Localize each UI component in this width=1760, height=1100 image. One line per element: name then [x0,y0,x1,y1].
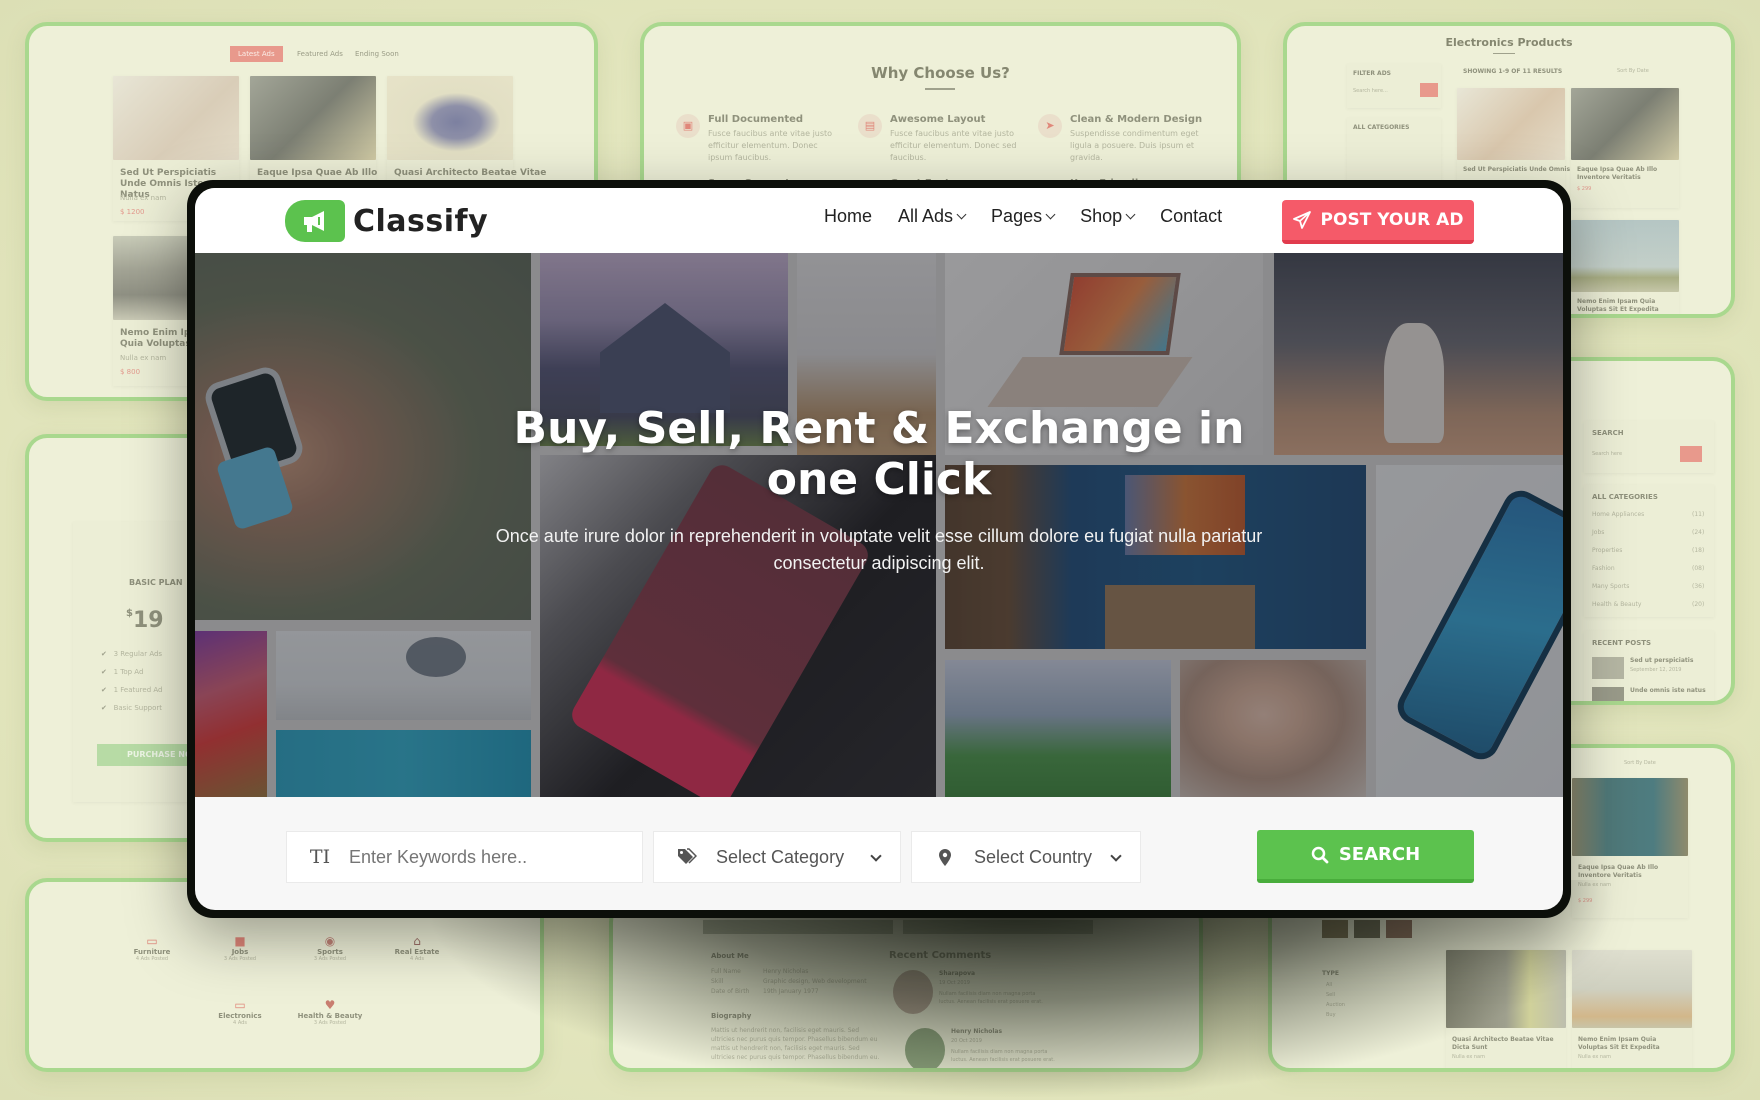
ad-meta: Nulla ex nam [120,354,167,362]
post-your-ad-button[interactable]: POST YOUR AD [1282,200,1474,244]
ad-card: Quasi Architecto Beatae Vitae Dicta Sunt… [1446,950,1566,1068]
main-nav: Home All Ads Pages Shop Contact [824,206,1248,227]
logo-text: Classify [353,203,489,239]
sidebar-search-box: SEARCH Search here [1584,421,1714,473]
biography-label: Biography [711,1012,752,1020]
home-icon: ⌂ [413,934,421,948]
chevron-down-icon [870,850,882,862]
ad-price: $ 800 [120,368,141,376]
furniture-icon: ▭ [146,934,158,948]
document-icon: ▣ [676,114,700,138]
results-count: SHOWING 1-9 OF 11 RESULTS [1463,68,1563,75]
chevron-down-icon [1045,209,1056,219]
post-your-ad-label: POST YOUR AD [1320,210,1464,230]
ad-card: Nemo Enim Ipsam Quia Voluptas Sit Et Exp… [1571,220,1679,314]
layout-icon: ▤ [858,114,882,138]
plan-price: $19 [126,608,164,633]
briefcase-icon: ■ [234,934,246,948]
preview-profile-panel: About Me Full Name Henry Nicholas Skill … [609,900,1203,1072]
logo[interactable]: Classify [285,200,488,242]
search-button[interactable]: SEARCH [1257,830,1474,883]
tags-icon [672,848,702,866]
keyword-field[interactable]: TI [286,831,643,883]
nav-home[interactable]: Home [824,206,872,227]
sidebar-recent-posts: RECENT POSTS Sed ut perspiciatis Septemb… [1584,631,1714,701]
about-label: About Me [711,952,749,960]
hero-section: Buy, Sell, Rent & Exchange in one Click … [195,253,1563,797]
category-select-value: Select Category [716,846,845,867]
ad-title: Eaque Ipsa Quae Ab Illo [257,168,378,178]
category-item: ▭ Furniture 4 Ads Posted [107,934,197,962]
search-button-label: SEARCH [1338,844,1421,865]
website-screen: Classify Home All Ads Pages Shop Contact… [195,188,1563,910]
nav-shop[interactable]: Shop [1080,206,1136,227]
chevron-down-icon [956,209,967,219]
tab-ending-soon: Ending Soon [355,50,399,58]
country-select-value: Select Country [974,846,1093,867]
categories-box: ALL CATEGORIES [1347,118,1441,188]
ad-card: Nemo Enim Ipsam Quia Voluptas Sit Et Exp… [1572,950,1692,1068]
sort-label: Sort By Date [1617,68,1649,74]
map-marker-icon [930,848,960,866]
paper-plane-icon: ➤ [1038,114,1062,138]
ad-card: Eaque Ipsa Quae Ab Illo [250,76,378,196]
section-title: Electronics Products [1445,36,1573,49]
keyword-input[interactable] [349,846,629,868]
megaphone-icon [285,200,345,242]
laptop-icon: ▭ [234,998,246,1012]
hero-title: Buy, Sell, Rent & Exchange in one Click [513,403,1245,505]
ad-card: Sed Ut Perspiciatis Unde Omnis [1457,88,1570,188]
country-select[interactable]: Select Country [911,831,1141,883]
sort-label: Sort By Date [1624,760,1656,766]
ad-card: Eaque Ipsa Quae Ab Illo Inventore Verita… [1571,88,1679,208]
avatar [905,1028,945,1068]
nav-all-ads[interactable]: All Ads [898,206,967,227]
ad-card: Quasi Architecto Beatae Vitae [387,76,546,196]
ball-icon: ◉ [324,934,336,948]
search-icon [1311,846,1329,863]
shoe-image [387,76,513,160]
avatar [893,970,933,1014]
navbar: Classify Home All Ads Pages Shop Contact… [195,188,1563,253]
hero-subtitle: Once aute irure dolor in reprehenderit i… [495,526,1263,573]
heart-icon: ♥ [324,998,336,1012]
tab-featured-ads: Featured Ads [297,50,343,58]
category-item: ♥ Health & Beauty 3 Ads Posted [285,998,375,1026]
plan-feature: ✔ Basic Support [101,704,162,712]
chevron-down-icon [1125,209,1136,219]
laptop-image [113,76,239,160]
device-frame: Classify Home All Ads Pages Shop Contact… [187,180,1571,918]
ad-title: Quasi Architecto Beatae Vitae [394,168,547,178]
category-item: ■ Jobs 3 Ads Posted [195,934,285,962]
paper-plane-icon [1292,211,1311,229]
tab-latest-ads: Latest Ads [230,46,283,62]
type-label: TYPE [1322,970,1339,977]
category-item: ▭ Electronics 4 Ads [195,998,285,1026]
category-item: ◉ Sports 3 Ads Posted [285,934,375,962]
text-icon: TI [309,846,331,868]
filter-box: FILTER ADS Search here... [1347,64,1441,108]
chevron-down-icon [1110,850,1122,862]
watch-image [250,76,376,160]
ad-price: $ 1200 [120,208,145,216]
plan-feature: ✔ 1 Top Ad [101,668,144,676]
ad-card: Eaque Ipsa Quae Ab Illo Inventore Verita… [1572,778,1688,918]
nav-pages[interactable]: Pages [991,206,1056,227]
sidebar-categories-box: ALL CATEGORIES Home Appliances (11) Jobs… [1584,485,1714,617]
category-select[interactable]: Select Category [653,831,901,883]
comments-label: Recent Comments [889,950,992,961]
section-title: Why Choose Us? [871,64,1010,82]
plan-feature: ✔ 3 Regular Ads [101,650,163,658]
ad-meta: Nulla ex nam [120,194,167,202]
nav-contact[interactable]: Contact [1160,206,1222,227]
plan-feature: ✔ 1 Featured Ad [101,686,163,694]
plan-name: BASIC PLAN [129,578,183,587]
category-item: ⌂ Real Estate 4 Ads [372,934,462,962]
